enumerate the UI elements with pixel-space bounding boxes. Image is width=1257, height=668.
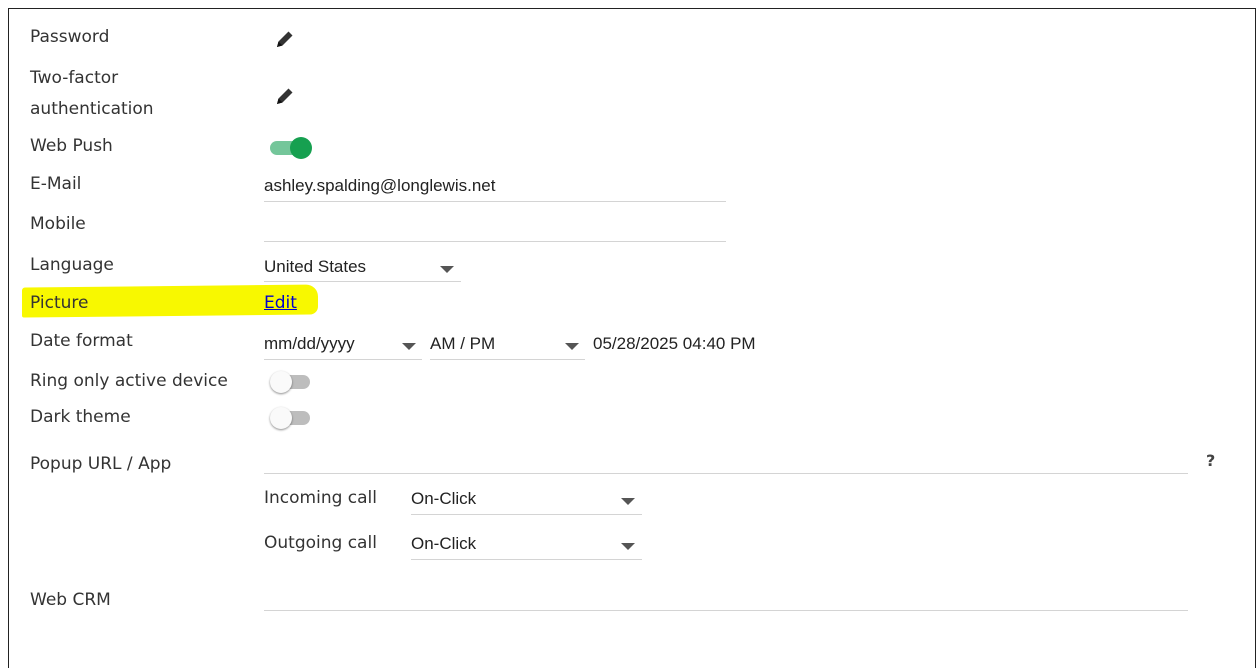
incoming-call-underline — [411, 514, 642, 515]
two-factor-label-line1: Two-factor — [30, 68, 119, 88]
dark-theme-toggle[interactable] — [268, 406, 312, 430]
time-format-underline — [430, 359, 585, 360]
language-underline — [264, 281, 461, 282]
date-preview-text: 05/28/2025 04:40 PM — [593, 334, 756, 353]
ring-only-label: Ring only active device — [30, 371, 228, 391]
outgoing-call-underline — [411, 559, 642, 560]
mobile-field[interactable] — [264, 214, 724, 238]
date-format-select-value: mm/dd/yyyy — [264, 334, 355, 353]
web-crm-field[interactable] — [264, 585, 1184, 609]
dark-theme-label: Dark theme — [30, 407, 131, 427]
email-field[interactable]: ashley.spalding@longlewis.net — [264, 175, 495, 197]
language-label: Language — [30, 255, 114, 275]
incoming-call-label: Incoming call — [264, 488, 377, 508]
outgoing-call-select-value: On-Click — [411, 534, 477, 553]
popup-url-field[interactable] — [264, 448, 1184, 472]
web-push-label: Web Push — [30, 136, 113, 156]
date-format-underline — [264, 359, 422, 360]
toggle-knob — [290, 137, 312, 159]
two-factor-edit-pencil-icon[interactable] — [273, 84, 297, 108]
picture-label: Picture — [30, 293, 89, 313]
ring-only-toggle[interactable] — [268, 370, 312, 394]
outgoing-call-select[interactable]: On-Click — [411, 530, 642, 560]
chevron-down-icon — [565, 343, 579, 350]
two-factor-label-line2: authentication — [30, 99, 154, 119]
web-crm-underline — [264, 610, 1188, 611]
chevron-down-icon — [621, 543, 635, 550]
help-icon[interactable]: ? — [1206, 451, 1215, 470]
date-format-select[interactable]: mm/dd/yyyy — [264, 330, 422, 360]
language-select-value: United States — [264, 257, 367, 276]
toggle-knob — [270, 371, 292, 393]
popup-url-label: Popup URL / App — [30, 454, 172, 474]
chevron-down-icon — [402, 343, 416, 350]
toggle-knob — [270, 407, 292, 429]
outgoing-call-label: Outgoing call — [264, 533, 377, 553]
web-crm-label: Web CRM — [30, 590, 111, 610]
password-label: Password — [30, 27, 110, 47]
chevron-down-icon — [621, 498, 635, 505]
language-select[interactable]: United States — [264, 254, 461, 282]
mobile-label: Mobile — [30, 214, 86, 234]
picture-edit-link[interactable]: Edit — [264, 292, 297, 314]
date-format-label: Date format — [30, 331, 133, 351]
chevron-down-icon — [440, 266, 454, 273]
web-push-toggle[interactable] — [268, 136, 312, 160]
email-underline — [264, 201, 726, 202]
time-format-select[interactable]: AM / PM — [430, 330, 585, 360]
incoming-call-select-value: On-Click — [411, 489, 477, 508]
incoming-call-select[interactable]: On-Click — [411, 485, 642, 515]
time-format-select-value: AM / PM — [430, 334, 496, 353]
popup-url-underline — [264, 473, 1188, 474]
password-edit-pencil-icon[interactable] — [273, 27, 297, 51]
mobile-underline — [264, 241, 726, 242]
email-label: E-Mail — [30, 174, 82, 194]
